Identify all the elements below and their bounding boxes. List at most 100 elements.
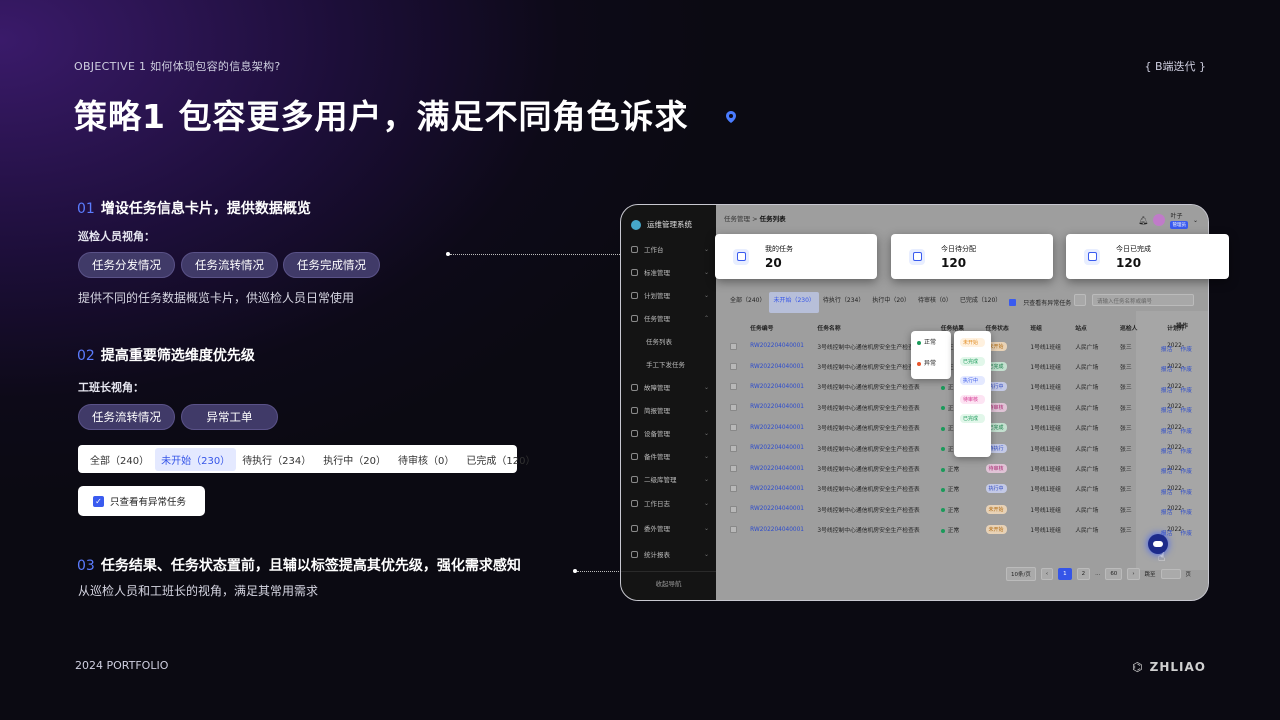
cell-code[interactable]: RW202204040001 — [746, 458, 813, 478]
nav-subitem-manual-task[interactable]: 手工下发任务 — [646, 359, 724, 369]
table-row[interactable]: RW202204040001 3号线控制中心通信机房安全生产检查表 正常 待审核 1号线… — [726, 458, 1208, 478]
page-2[interactable]: 2 — [1076, 568, 1091, 580]
app-tab-in-progress[interactable]: 执行中（20） — [868, 292, 914, 313]
cell-code[interactable]: RW202204040001 — [746, 377, 813, 397]
app-tab-pending[interactable]: 待执行（234） — [819, 292, 868, 313]
nav-item-device[interactable]: 设备管理 ⌄ — [631, 428, 709, 438]
pill-task-flow[interactable]: 任务流转情况 — [181, 252, 278, 278]
nav-item-workbench[interactable]: 工作台 ⌄ — [631, 244, 709, 254]
void-link[interactable]: 作废 — [1180, 466, 1192, 475]
nav-item-standard[interactable]: 标准管理 ⌄ — [631, 267, 709, 277]
nav-item-fault[interactable]: 故障管理 ⌄ — [631, 382, 709, 392]
search-input[interactable]: 请输入任务名称或编号 — [1092, 294, 1194, 306]
row-checkbox[interactable] — [730, 444, 737, 452]
filter-tab-all[interactable]: 全部（240） — [84, 448, 155, 471]
prev-page-button[interactable]: ‹ — [1040, 568, 1054, 580]
page-60[interactable]: 60 — [1105, 568, 1123, 580]
filter-tab-in-progress[interactable]: 执行中（20） — [317, 448, 392, 471]
result-option-normal[interactable]: 正常 — [917, 337, 945, 346]
nav-item-outsource[interactable]: 委外管理 ⌄ — [631, 523, 709, 533]
collapse-nav-button[interactable]: 收起导航 — [621, 571, 716, 588]
page-size-select[interactable]: 10条/页 — [1006, 567, 1036, 581]
report-link[interactable]: 报活 — [1161, 364, 1173, 373]
user-area[interactable]: 🔔︎ 叶子 管理员 ⌄ — [1138, 211, 1198, 229]
row-checkbox[interactable] — [730, 403, 737, 411]
void-link[interactable]: 作废 — [1180, 405, 1192, 414]
filter-tab-not-started[interactable]: 未开始（230） — [155, 447, 237, 471]
void-link[interactable]: 作废 — [1180, 385, 1192, 394]
app-tab-not-started[interactable]: 未开始（230） — [769, 292, 819, 313]
void-link[interactable]: 作废 — [1180, 426, 1192, 435]
table-row[interactable]: RW202204040001 3号线控制中心通信机房安全生产检查表 正常 未开始 1号线… — [726, 499, 1208, 519]
row-checkbox[interactable] — [730, 424, 737, 432]
filter-tab-pending[interactable]: 待执行（234） — [236, 448, 317, 471]
app-only-abnormal[interactable]: 只查看有异常任务 — [1005, 292, 1079, 313]
jump-input[interactable] — [1160, 569, 1181, 579]
cell-code[interactable]: RW202204040001 — [746, 397, 813, 417]
report-link[interactable]: 报活 — [1161, 405, 1173, 414]
stat-card-today-pending[interactable]: 今日待分配 120 — [891, 234, 1053, 279]
row-checkbox[interactable] — [730, 465, 737, 473]
pill-task-dispatch[interactable]: 任务分发情况 — [78, 252, 175, 278]
pill-task-flow-2[interactable]: 任务流转情况 — [78, 404, 175, 430]
void-link[interactable]: 作废 — [1180, 507, 1192, 516]
nav-item-log[interactable]: 工作日志 ⌄ — [631, 498, 709, 508]
checkbox-checked-icon[interactable] — [1009, 299, 1017, 306]
stat-card-my-tasks[interactable]: 我的任务 20 — [715, 234, 877, 279]
pill-abnormal-order[interactable]: 异常工单 — [181, 404, 278, 430]
row-checkbox[interactable] — [730, 342, 737, 350]
report-link[interactable]: 报活 — [1161, 487, 1173, 496]
nav-item-warehouse[interactable]: 二级库管理 ⌄ — [631, 474, 709, 484]
row-checkbox[interactable] — [730, 505, 737, 513]
nav-item-task[interactable]: 任务管理 ⌃ — [631, 313, 709, 323]
next-page-button[interactable]: › — [1127, 568, 1140, 580]
row-checkbox[interactable] — [730, 383, 737, 391]
chevron-down-icon[interactable]: ⌄ — [1193, 217, 1198, 224]
filter-tab-done[interactable]: 已完成（120） — [460, 448, 541, 471]
cell-code[interactable]: RW202204040001 — [746, 438, 813, 458]
void-link[interactable]: 作废 — [1180, 446, 1192, 455]
stat-card-today-done[interactable]: 今日已完成 120 — [1066, 234, 1229, 279]
avatar[interactable] — [1153, 214, 1166, 226]
cell-code[interactable]: RW202204040001 — [746, 520, 813, 540]
cell-code[interactable]: RW202204040001 — [746, 479, 813, 499]
filter-icon[interactable] — [1074, 294, 1086, 306]
cell-code[interactable]: RW202204040001 — [746, 356, 813, 376]
nav-item-report[interactable]: 简报管理 ⌄ — [631, 405, 709, 415]
void-link[interactable]: 作废 — [1180, 487, 1192, 496]
checkbox-checked-icon[interactable]: ✓ — [93, 495, 104, 507]
report-link[interactable]: 报活 — [1161, 466, 1173, 475]
pill-task-complete[interactable]: 任务完成情况 — [283, 252, 380, 278]
void-link[interactable]: 作废 — [1180, 364, 1192, 373]
nav-item-stats[interactable]: 统计报表 ⌄ — [631, 549, 709, 559]
report-link[interactable]: 报活 — [1161, 344, 1173, 353]
report-link[interactable]: 报活 — [1161, 446, 1173, 455]
stat-label: 我的任务 — [765, 244, 793, 253]
nav-item-plan[interactable]: 计划管理 ⌄ — [631, 290, 709, 300]
nav-subitem-task-list[interactable]: 任务列表 — [646, 336, 724, 346]
row-checkbox[interactable] — [730, 363, 737, 371]
table-row[interactable]: RW202204040001 3号线控制中心通信机房安全生产检查表 正常 执行中 1号线… — [726, 479, 1208, 499]
report-link[interactable]: 报活 — [1161, 385, 1173, 394]
report-link[interactable]: 报活 — [1161, 507, 1173, 516]
page-1[interactable]: 1 — [1058, 568, 1072, 580]
brand-mark-icon: ⌬ — [1132, 660, 1144, 674]
void-link[interactable]: 作废 — [1180, 528, 1192, 537]
app-tab-all[interactable]: 全部（240） — [726, 292, 769, 313]
cell-code[interactable]: RW202204040001 — [746, 418, 813, 438]
table-row[interactable]: RW202204040001 3号线控制中心通信机房安全生产检查表 正常 未开始 1号线… — [726, 520, 1208, 540]
only-abnormal-card[interactable]: ✓ 只查看有异常任务 — [78, 486, 205, 516]
filter-tab-review[interactable]: 待审核（0） — [392, 448, 460, 471]
cell-code[interactable]: RW202204040001 — [746, 336, 813, 356]
cell-code[interactable]: RW202204040001 — [746, 499, 813, 519]
app-tab-done[interactable]: 已完成（120） — [956, 292, 1005, 313]
row-checkbox[interactable] — [730, 526, 737, 534]
nav-item-spare[interactable]: 备件管理 ⌄ — [631, 451, 709, 461]
row-checkbox[interactable] — [730, 485, 737, 493]
result-option-abnormal[interactable]: 异常 — [917, 358, 945, 367]
bell-icon[interactable]: 🔔︎ — [1138, 216, 1148, 225]
app-tab-review[interactable]: 待审核（0） — [914, 292, 956, 313]
void-link[interactable]: 作废 — [1180, 344, 1192, 353]
row-check — [726, 458, 746, 478]
report-link[interactable]: 报活 — [1161, 426, 1173, 435]
